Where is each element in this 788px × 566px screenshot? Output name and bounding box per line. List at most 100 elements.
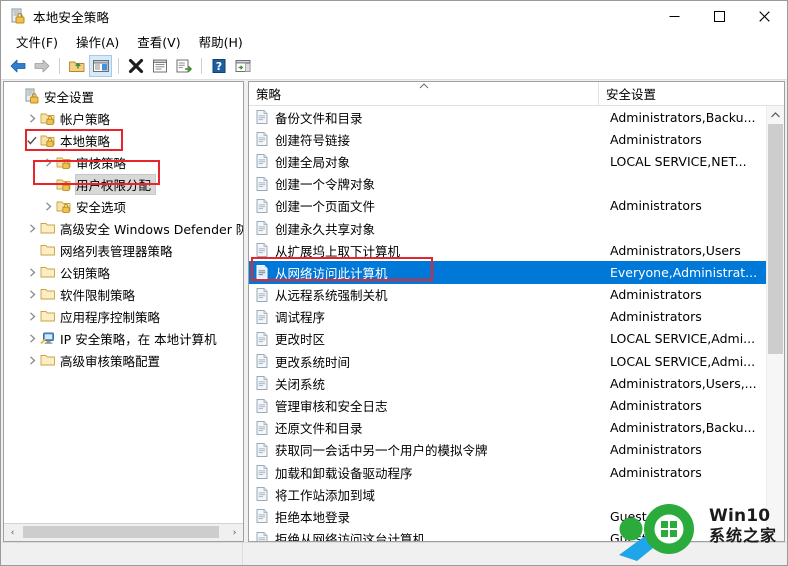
console-tree-icon[interactable] <box>89 55 112 77</box>
security-settings-icon <box>24 88 40 104</box>
policy-name-cell: 从远程系统强制关机 <box>275 288 388 304</box>
close-icon[interactable] <box>742 1 787 31</box>
policy-item-icon <box>254 131 270 147</box>
tree-node[interactable]: 安全选项 <box>4 195 243 217</box>
chevron-right-icon[interactable] <box>24 223 40 233</box>
delete-x-icon[interactable] <box>124 55 147 77</box>
column-header-security-setting[interactable]: 安全设置 <box>598 82 784 105</box>
menu-view[interactable]: 查看(V) <box>128 30 189 54</box>
folder-up-icon[interactable] <box>65 55 88 77</box>
policy-item-icon <box>254 220 270 236</box>
column-header-policy[interactable]: 策略 <box>249 82 598 105</box>
policy-folder-icon <box>56 198 72 214</box>
list-vscroll-thumb[interactable] <box>768 124 783 354</box>
tree-node[interactable]: 本地策略 <box>4 129 243 151</box>
policy-row[interactable]: 从网络访问此计算机 Everyone,Administrat... <box>249 261 766 284</box>
scroll-left-icon[interactable]: ‹ <box>4 525 21 540</box>
policy-name-cell: 创建符号链接 <box>275 132 351 148</box>
tree-node[interactable]: 用户权限分配 <box>4 173 243 195</box>
policy-name-cell: 创建一个令牌对象 <box>275 177 376 193</box>
policy-row[interactable]: 创建永久共享对象 <box>249 217 766 239</box>
tree-node-label: 安全选项 <box>76 199 127 215</box>
policy-rows-container: 备份文件和目录 Administrators,Backu... 创建符号链接 Admi… <box>249 106 766 541</box>
chevron-right-icon[interactable] <box>24 355 40 365</box>
list-column-headers: 策略 安全设置 <box>249 82 784 106</box>
scroll-up-icon[interactable] <box>767 106 784 123</box>
policy-item-icon <box>254 464 270 480</box>
plain-folder-icon <box>40 286 56 302</box>
menu-file[interactable]: 文件(F) <box>7 30 67 54</box>
list-vertical-scrollbar[interactable] <box>766 106 784 541</box>
policy-name-cell: 拒绝本地登录 <box>275 509 351 525</box>
policy-folder-icon <box>56 176 72 192</box>
forward-arrow-icon[interactable] <box>30 55 53 77</box>
policy-row[interactable]: 创建全局对象 LOCAL SERVICE,NET... <box>249 150 766 172</box>
toolbar: ? <box>1 53 787 80</box>
chevron-right-icon[interactable] <box>24 113 40 123</box>
policy-row[interactable]: 关闭系统 Administrators,Users,... <box>249 372 766 394</box>
policy-name-cell: 还原文件和目录 <box>275 421 363 437</box>
tree-node[interactable]: IP 安全策略，在 本地计算机 <box>4 327 243 349</box>
menu-help[interactable]: 帮助(H) <box>190 30 252 54</box>
tree-hscroll-thumb[interactable] <box>23 526 219 538</box>
back-arrow-icon[interactable] <box>6 55 29 77</box>
chevron-right-icon[interactable] <box>24 333 40 343</box>
chevron-right-icon[interactable] <box>24 311 40 321</box>
tree-node[interactable]: 网络列表管理器策略 <box>4 239 243 261</box>
security-setting-cell: Administrators <box>610 442 702 458</box>
tree-horizontal-scrollbar[interactable]: ‹ › <box>4 523 243 541</box>
policy-row[interactable]: 拒绝本地登录 Guest <box>249 505 766 527</box>
policy-row[interactable]: 创建符号链接 Administrators <box>249 128 766 150</box>
export-list-icon[interactable] <box>172 55 195 77</box>
policy-item-icon <box>254 242 270 258</box>
tree-node-label: 软件限制策略 <box>60 287 136 303</box>
security-setting-cell: LOCAL SERVICE,Admi... <box>610 353 756 369</box>
plain-folder-icon <box>40 220 56 236</box>
tree-node[interactable]: 审核策略 <box>4 151 243 173</box>
tree-node[interactable]: 帐户策略 <box>4 107 243 129</box>
policy-item-icon <box>254 309 270 325</box>
chevron-right-icon[interactable] <box>24 267 40 277</box>
policy-row[interactable]: 获取同一会话中另一个用户的模拟令牌 Administrators <box>249 439 766 461</box>
security-setting-cell: LOCAL SERVICE,NET... <box>610 153 747 169</box>
menu-action[interactable]: 操作(A) <box>67 30 128 54</box>
policy-row[interactable]: 从远程系统强制关机 Administrators <box>249 284 766 306</box>
window-controls <box>652 1 787 31</box>
properties-icon[interactable] <box>148 55 171 77</box>
policy-item-icon <box>254 109 270 125</box>
security-setting-cell: Administrators <box>610 309 702 325</box>
chevron-right-icon[interactable] <box>40 157 56 167</box>
policy-row[interactable]: 拒绝从网络访问这台计算机 Guest <box>249 528 766 541</box>
tree-node-label: 应用程序控制策略 <box>60 309 161 325</box>
policy-name-cell: 拒绝从网络访问这台计算机 <box>275 532 426 541</box>
tree-node[interactable]: 高级审核策略配置 <box>4 349 243 371</box>
policy-row[interactable]: 创建一个令牌对象 <box>249 173 766 195</box>
minimize-icon[interactable] <box>652 1 697 31</box>
policy-name-cell: 加载和卸载设备驱动程序 <box>275 465 413 481</box>
help-question-icon[interactable]: ? <box>207 55 230 77</box>
policy-row[interactable]: 更改时区 LOCAL SERVICE,Admi... <box>249 328 766 350</box>
policy-folder-icon <box>40 110 56 126</box>
policy-row[interactable]: 还原文件和目录 Administrators,Backu... <box>249 417 766 439</box>
chevron-right-icon[interactable] <box>40 201 56 211</box>
policy-row[interactable]: 加载和卸载设备驱动程序 Administrators <box>249 461 766 483</box>
policy-item-icon <box>254 353 270 369</box>
tree-node[interactable]: 高级安全 Windows Defender 防火墙 <box>4 217 243 239</box>
chevron-expanded-icon[interactable] <box>24 136 40 145</box>
tree-node[interactable]: 公钥策略 <box>4 261 243 283</box>
tree-node[interactable]: 应用程序控制策略 <box>4 305 243 327</box>
policy-row[interactable]: 从扩展坞上取下计算机 Administrators,Users <box>249 239 766 261</box>
policy-row[interactable]: 将工作站添加到域 <box>249 483 766 505</box>
tree-node-label: 帐户策略 <box>60 111 111 127</box>
tree-node[interactable]: 软件限制策略 <box>4 283 243 305</box>
policy-row[interactable]: 创建一个页面文件 Administrators <box>249 195 766 217</box>
maximize-icon[interactable] <box>697 1 742 31</box>
policy-row[interactable]: 更改系统时间 LOCAL SERVICE,Admi... <box>249 350 766 372</box>
policy-row[interactable]: 调试程序 Administrators <box>249 306 766 328</box>
tree-node[interactable]: 安全设置 <box>4 85 243 107</box>
policy-row[interactable]: 备份文件和目录 Administrators,Backu... <box>249 106 766 128</box>
chevron-right-icon[interactable] <box>24 289 40 299</box>
action-pane-icon[interactable] <box>231 55 254 77</box>
policy-row[interactable]: 管理审核和安全日志 Administrators <box>249 394 766 416</box>
scroll-right-icon[interactable]: › <box>226 525 243 540</box>
